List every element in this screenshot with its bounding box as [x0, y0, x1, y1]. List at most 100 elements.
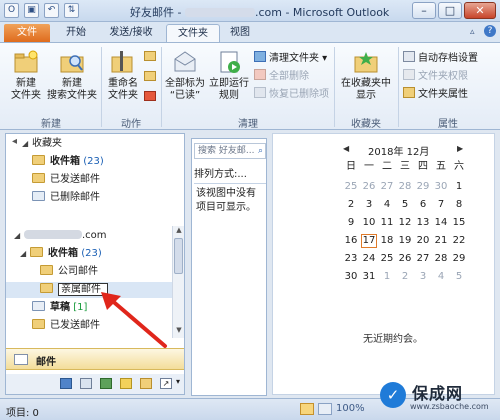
inbox-folder[interactable]: ◢ 收件箱 (23) [20, 246, 102, 262]
tab-file[interactable]: 文件 [4, 24, 50, 42]
calendar-day[interactable]: 26 [397, 252, 413, 266]
calendar-day[interactable]: 12 [397, 216, 413, 230]
message-list-pane: 搜索 好友邮... ⌕ 排列方式:... 该视图中没有 项目可显示。 [191, 138, 267, 396]
copy-folder-icon[interactable] [144, 51, 156, 61]
minimize-button[interactable]: – [412, 2, 436, 19]
show-in-favorites-button[interactable]: 在收藏夹中 显示 [338, 49, 394, 102]
calendar-day[interactable]: 9 [343, 216, 359, 230]
calendar-day[interactable]: 10 [361, 216, 377, 230]
tab-folder[interactable]: 文件夹 [166, 24, 220, 42]
calendar-day[interactable]: 18 [379, 234, 395, 248]
calendar-day[interactable]: 1 [451, 180, 467, 194]
calendar-day[interactable]: 26 [361, 180, 377, 194]
rename-folder-button[interactable]: 重命名 文件夹 [104, 49, 142, 102]
configure-buttons-icon[interactable]: ▾ [176, 377, 180, 386]
calendar-day[interactable]: 29 [415, 180, 431, 194]
delete-all-button[interactable]: 全部删除 [254, 69, 309, 83]
fav-sent[interactable]: 已发送邮件 [32, 172, 100, 188]
calendar-day[interactable]: 22 [451, 234, 467, 248]
contacts-module-icon[interactable] [80, 378, 92, 389]
calendar-day[interactable]: 25 [379, 252, 395, 266]
calendar-day[interactable]: 14 [433, 216, 449, 230]
maximize-button[interactable]: □ [438, 2, 462, 19]
calendar-day[interactable]: 19 [397, 234, 413, 248]
ribbon-collapse-icon[interactable]: ▵ [470, 27, 475, 37]
calendar-day[interactable]: 11 [379, 216, 395, 230]
recover-deleted-button[interactable]: 恢复已删除项 [254, 87, 329, 101]
calendar-day-today[interactable]: 17 [361, 234, 377, 248]
help-icon[interactable]: ? [484, 25, 496, 37]
calendar-module-icon[interactable] [60, 378, 72, 389]
calendar-day[interactable]: 21 [433, 234, 449, 248]
sort-by-header[interactable]: 排列方式:... [194, 165, 266, 184]
company-mail-folder[interactable]: 公司邮件 [40, 264, 98, 280]
zoom-level[interactable]: 100% [336, 403, 365, 414]
calendar-day[interactable]: 23 [343, 252, 359, 266]
calendar-day[interactable]: 2 [343, 198, 359, 212]
fav-deleted[interactable]: 已删除邮件 [32, 190, 100, 206]
clean-up-folder-button[interactable]: 清理文件夹 ▾ [254, 51, 327, 65]
calendar-day[interactable]: 27 [415, 252, 431, 266]
notes-module-icon[interactable] [120, 378, 132, 389]
calendar-day[interactable]: 5 [451, 270, 467, 284]
outlook-logo-icon[interactable]: O [4, 3, 19, 18]
tab-view[interactable]: 视图 [222, 24, 258, 42]
fav-inbox[interactable]: 收件箱 (23) [32, 154, 104, 170]
drafts-folder[interactable]: 草稿 [1] [32, 300, 87, 316]
account-header[interactable]: ◢ .com [14, 228, 107, 244]
calendar-day[interactable]: 30 [343, 270, 359, 284]
calendar-day[interactable]: 6 [415, 198, 431, 212]
autoarchive-settings-button[interactable]: 自动存档设置 [403, 51, 478, 65]
calendar-day[interactable]: 28 [397, 180, 413, 194]
calendar-day[interactable]: 5 [397, 198, 413, 212]
ribbon-separator [101, 47, 102, 127]
calendar-day[interactable]: 15 [451, 216, 467, 230]
sent-folder[interactable]: 已发送邮件 [32, 318, 100, 334]
tab-home[interactable]: 开始 [56, 24, 96, 42]
reading-view-icon[interactable] [318, 403, 332, 415]
group-label-favorites: 收藏夹 [351, 119, 381, 130]
calendar-day[interactable]: 3 [415, 270, 431, 284]
tasks-module-icon[interactable] [100, 378, 112, 389]
calendar-day[interactable]: 16 [343, 234, 359, 248]
run-rules-now-button[interactable]: 立即运行 规则 [208, 49, 250, 102]
calendar-day[interactable]: 7 [433, 198, 449, 212]
calendar-day[interactable]: 13 [415, 216, 431, 230]
shortcuts-icon[interactable]: ↗ [160, 378, 172, 389]
move-folder-icon[interactable] [144, 71, 156, 81]
calendar-day[interactable]: 28 [433, 252, 449, 266]
calendar-day[interactable]: 4 [433, 270, 449, 284]
calendar-day[interactable]: 3 [361, 198, 377, 212]
calendar-day[interactable]: 1 [379, 270, 395, 284]
folder-list-icon[interactable] [140, 378, 152, 389]
calendar-day[interactable]: 30 [433, 180, 449, 194]
group-label-properties: 属性 [438, 119, 458, 130]
calendar-day[interactable]: 27 [379, 180, 395, 194]
calendar-day[interactable]: 25 [343, 180, 359, 194]
calendar-day[interactable]: 31 [361, 270, 377, 284]
weekday-header: 五 [436, 161, 446, 172]
folder-properties-button[interactable]: 文件夹属性 [403, 87, 468, 101]
calendar-day[interactable]: 29 [451, 252, 467, 266]
calendar-day[interactable]: 4 [379, 198, 395, 212]
save-icon[interactable]: ▣ [24, 3, 39, 18]
normal-view-icon[interactable] [300, 403, 314, 415]
delete-folder-icon[interactable] [144, 91, 156, 101]
folder-permissions-button[interactable]: 文件夹权限 [403, 69, 468, 83]
send-receive-icon[interactable]: ⇅ [64, 3, 79, 18]
mark-all-read-button[interactable]: 全部标为 “已读” [164, 49, 206, 102]
search-input[interactable]: 搜索 好友邮... ⌕ [194, 143, 266, 159]
calendar-day[interactable]: 8 [451, 198, 467, 212]
scroll-down-icon: ▼ [176, 326, 182, 334]
calendar-day[interactable]: 20 [415, 234, 431, 248]
favorites-header[interactable]: ◢ 收藏夹 [22, 136, 62, 152]
tab-send-receive[interactable]: 发送/接收 [100, 24, 162, 42]
prev-month-icon[interactable]: ◀ [343, 144, 349, 153]
close-button[interactable]: ✕ [464, 2, 496, 19]
calendar-day[interactable]: 2 [397, 270, 413, 284]
new-search-folder-button[interactable]: 新建 搜索文件夹 [44, 49, 100, 102]
calendar-day[interactable]: 24 [361, 252, 377, 266]
undo-icon[interactable]: ↶ [44, 3, 59, 18]
next-month-icon[interactable]: ▶ [457, 144, 463, 153]
new-folder-button[interactable]: 新建 文件夹 [6, 49, 46, 102]
